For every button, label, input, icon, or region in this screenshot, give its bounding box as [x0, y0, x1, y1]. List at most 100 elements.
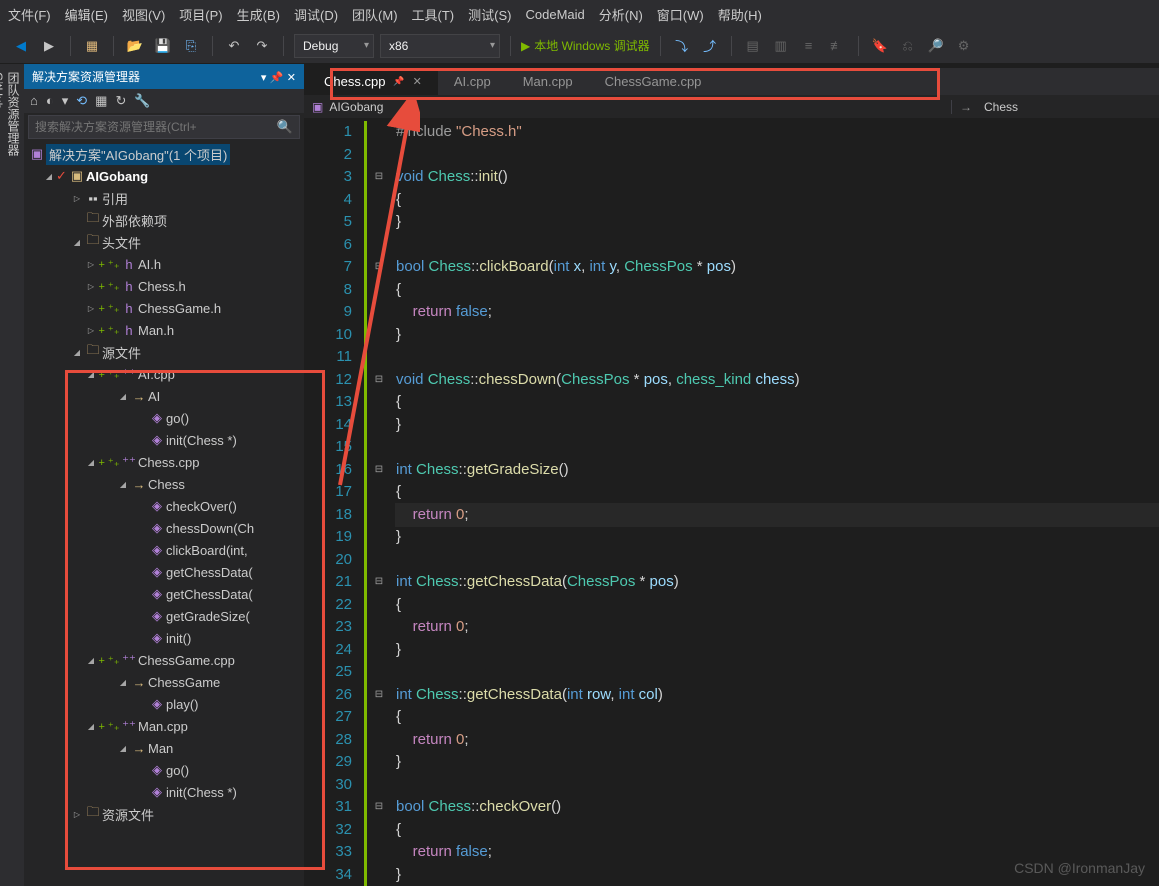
code-line[interactable]: return 0;: [396, 504, 1159, 527]
nav-fwd-icon[interactable]: ▶: [38, 35, 60, 57]
tree-node[interactable]: ◈play(): [24, 693, 304, 715]
fold-toggle[interactable]: ⊟: [370, 459, 388, 482]
code-line[interactable]: void Chess::init(): [396, 166, 1159, 189]
menu-item[interactable]: 编辑(E): [65, 5, 108, 24]
menu-item[interactable]: 分析(N): [599, 5, 643, 24]
expand-icon[interactable]: [84, 721, 98, 732]
tree-node[interactable]: ◈go(): [24, 759, 304, 781]
breadcrumb-scope[interactable]: ▣AIGobang: [312, 100, 627, 114]
tree-node[interactable]: + ⁺₊⁺⁺ChessGame.cpp: [24, 649, 304, 671]
code-line[interactable]: }: [396, 211, 1159, 234]
dropdown-icon[interactable]: ▾: [261, 72, 267, 84]
collapse-icon[interactable]: ▾: [62, 93, 69, 109]
sol-search-input[interactable]: [29, 116, 271, 138]
code-line[interactable]: {: [396, 391, 1159, 414]
fold-toggle[interactable]: ⊟: [370, 796, 388, 819]
step2-icon[interactable]: ⤴: [699, 35, 721, 57]
close-icon[interactable]: ✕: [287, 72, 296, 84]
expand-icon[interactable]: [70, 809, 84, 820]
expand-icon[interactable]: [84, 281, 98, 292]
open-icon[interactable]: 📂: [124, 35, 146, 57]
code-editor[interactable]: 1234567891011121314151617181920212223242…: [304, 119, 1159, 886]
save-all-icon[interactable]: ⎘: [180, 35, 202, 57]
expand-icon[interactable]: [84, 259, 98, 270]
pin-icon[interactable]: 📌: [270, 72, 284, 84]
tree-node[interactable]: 🗀资源文件: [24, 803, 304, 825]
outdent-icon[interactable]: ▥: [770, 35, 792, 57]
a-icon[interactable]: ⎌: [897, 35, 919, 57]
close-icon[interactable]: ✕: [413, 75, 422, 88]
code-line[interactable]: }: [396, 639, 1159, 662]
b-icon[interactable]: 🔎: [925, 35, 947, 57]
tree-node[interactable]: ◈checkOver(): [24, 495, 304, 517]
tree-node[interactable]: + ⁺₊hAI.h: [24, 253, 304, 275]
tree-node[interactable]: + ⁺₊hChessGame.h: [24, 297, 304, 319]
expand-icon[interactable]: [116, 743, 130, 754]
back-icon[interactable]: ◐: [46, 93, 54, 109]
code-line[interactable]: [396, 346, 1159, 369]
sol-search[interactable]: 🔍: [28, 115, 300, 139]
redo-icon[interactable]: ↷: [251, 35, 273, 57]
expand-icon[interactable]: [84, 457, 98, 468]
fold-toggle[interactable]: ⊟: [370, 684, 388, 707]
breadcrumb-class[interactable]: →Chess: [951, 100, 1151, 114]
fold-toggle[interactable]: ⊟: [370, 369, 388, 392]
code-line[interactable]: [396, 661, 1159, 684]
code-line[interactable]: [396, 774, 1159, 797]
expand-icon[interactable]: [70, 193, 84, 204]
config-combo[interactable]: Debug: [294, 34, 374, 58]
code-line[interactable]: return 0;: [396, 729, 1159, 752]
code-line[interactable]: bool Chess::clickBoard(int x, int y, Che…: [396, 256, 1159, 279]
tree-node[interactable]: ◈getGradeSize(: [24, 605, 304, 627]
code-line[interactable]: {: [396, 189, 1159, 212]
expand-icon[interactable]: [84, 655, 98, 666]
tree-node[interactable]: ▣解决方案"AIGobang"(1 个项目): [24, 143, 304, 165]
code-line[interactable]: int Chess::getChessData(ChessPos * pos): [396, 571, 1159, 594]
tree-node[interactable]: ◈init(Chess *): [24, 781, 304, 803]
tree-node[interactable]: + ⁺₊⁺⁺Chess.cpp: [24, 451, 304, 473]
code-line[interactable]: return false;: [396, 301, 1159, 324]
menu-item[interactable]: 工具(T): [412, 5, 455, 24]
undo-icon[interactable]: ↶: [223, 35, 245, 57]
sync-icon[interactable]: ⟲: [76, 93, 87, 109]
tree-node[interactable]: 🗀源文件: [24, 341, 304, 363]
fold-toggle[interactable]: ⊟: [370, 256, 388, 279]
code-line[interactable]: [396, 549, 1159, 572]
tree-node[interactable]: + ⁺₊hMan.h: [24, 319, 304, 341]
tree-node[interactable]: →Chess: [24, 473, 304, 495]
tree-node[interactable]: →AI: [24, 385, 304, 407]
fold-toggle[interactable]: ⊟: [370, 166, 388, 189]
indent-icon[interactable]: ▤: [742, 35, 764, 57]
fold-toggle[interactable]: ⊟: [370, 571, 388, 594]
comment-icon[interactable]: ≡: [798, 35, 820, 57]
tree-node[interactable]: ◈go(): [24, 407, 304, 429]
home-icon[interactable]: ⌂: [30, 93, 38, 109]
code-line[interactable]: }: [396, 526, 1159, 549]
menu-item[interactable]: 项目(P): [179, 5, 222, 24]
c-icon[interactable]: ⚙: [953, 35, 975, 57]
expand-icon[interactable]: [70, 237, 84, 248]
tree-node[interactable]: ◈getChessData(: [24, 561, 304, 583]
tree-node[interactable]: ◈init(): [24, 627, 304, 649]
expand-icon[interactable]: [116, 391, 130, 402]
code-line[interactable]: void Chess::chessDown(ChessPos * pos, ch…: [396, 369, 1159, 392]
code-body[interactable]: #include "Chess.h"void Chess::init(){}bo…: [388, 119, 1159, 886]
expand-icon[interactable]: [116, 479, 130, 490]
editor-tab[interactable]: Chess.cpp 📌 ✕: [308, 68, 438, 95]
code-line[interactable]: bool Chess::checkOver(): [396, 796, 1159, 819]
code-line[interactable]: {: [396, 279, 1159, 302]
menu-item[interactable]: 团队(M): [352, 5, 398, 24]
well-github[interactable]: GitHub: [0, 72, 5, 862]
nav-back-icon[interactable]: ◀: [10, 35, 32, 57]
expand-icon[interactable]: [70, 347, 84, 358]
code-line[interactable]: [396, 144, 1159, 167]
showall-icon[interactable]: ▦: [95, 93, 107, 109]
editor-tab[interactable]: Man.cpp: [507, 68, 589, 95]
code-line[interactable]: return 0;: [396, 616, 1159, 639]
run-button[interactable]: 本地 Windows 调试器: [521, 37, 650, 54]
code-line[interactable]: [396, 234, 1159, 257]
code-line[interactable]: {: [396, 706, 1159, 729]
tree-node[interactable]: + ⁺₊⁺⁺AI.cpp: [24, 363, 304, 385]
tree-node[interactable]: ◈clickBoard(int,: [24, 539, 304, 561]
code-line[interactable]: }: [396, 414, 1159, 437]
